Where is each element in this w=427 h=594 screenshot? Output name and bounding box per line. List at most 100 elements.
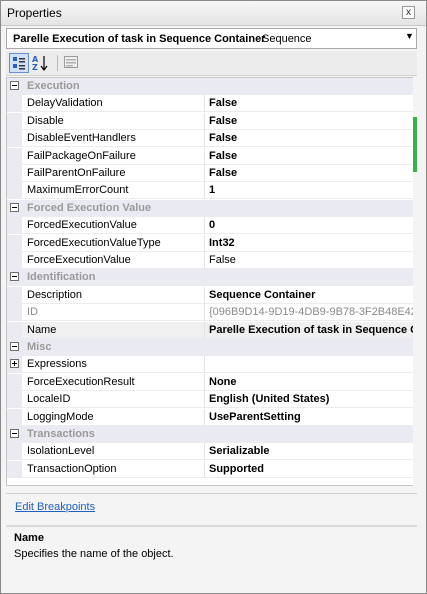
column-divider[interactable] xyxy=(204,165,205,182)
categorized-view-button[interactable] xyxy=(9,53,29,73)
column-divider[interactable] xyxy=(204,130,205,147)
category-row[interactable]: Transactions xyxy=(7,426,416,443)
property-row[interactable]: FailPackageOnFailure False xyxy=(7,148,416,165)
property-row[interactable]: IsolationLevel Serializable xyxy=(7,443,416,460)
category-row[interactable]: Misc xyxy=(7,339,416,356)
column-divider[interactable] xyxy=(204,374,205,391)
property-row[interactable]: Disable False xyxy=(7,113,416,130)
scrollbar-thumb[interactable] xyxy=(413,117,417,172)
property-row[interactable]: ForcedExecutionValueType Int32 xyxy=(7,235,416,252)
description-title: Name xyxy=(14,532,44,544)
close-button[interactable]: x xyxy=(402,6,415,19)
property-value[interactable]: None xyxy=(209,376,415,388)
property-name: LoggingMode xyxy=(27,411,94,423)
column-divider[interactable] xyxy=(204,322,205,339)
collapse-icon[interactable] xyxy=(10,272,19,281)
property-row[interactable]: LocaleID English (United States) xyxy=(7,391,416,408)
property-name: TransactionOption xyxy=(27,463,117,475)
property-value[interactable]: Supported xyxy=(209,463,415,475)
property-name: DelayValidation xyxy=(27,97,103,109)
column-divider[interactable] xyxy=(204,287,205,304)
properties-window: Properties x Parelle Execution of task i… xyxy=(0,0,427,594)
property-row[interactable]: ID {096B9D14-9D19-4DB9-9B78-3F2B48E423CE} xyxy=(7,304,416,321)
property-name: ID xyxy=(27,306,38,318)
row-gutter xyxy=(7,217,22,234)
property-row[interactable]: DisableEventHandlers False xyxy=(7,130,416,147)
property-row[interactable]: Name Parelle Execution of task in Sequenc… xyxy=(7,322,416,339)
property-row[interactable]: Description Sequence Container xyxy=(7,287,416,304)
column-divider[interactable] xyxy=(204,252,205,269)
property-value[interactable]: Serializable xyxy=(209,445,415,457)
description-text: Specifies the name of the object. xyxy=(14,548,174,560)
collapse-icon[interactable] xyxy=(10,429,19,438)
property-value[interactable]: {096B9D14-9D19-4DB9-9B78-3F2B48E423CE} xyxy=(209,306,415,318)
property-row[interactable]: ForceExecutionResult None xyxy=(7,374,416,391)
property-row[interactable]: LoggingMode UseParentSetting xyxy=(7,409,416,426)
property-value[interactable]: False xyxy=(209,150,415,162)
properties-toolbar: A Z xyxy=(6,51,417,76)
row-gutter xyxy=(7,95,22,112)
collapse-icon[interactable] xyxy=(10,342,19,351)
category-row[interactable]: Forced Execution Value xyxy=(7,200,416,217)
property-value[interactable]: Sequence Container xyxy=(209,289,415,301)
column-divider[interactable] xyxy=(204,356,205,373)
vertical-scrollbar[interactable] xyxy=(413,77,417,486)
category-row[interactable]: Identification xyxy=(7,269,416,286)
property-row[interactable]: DelayValidation False xyxy=(7,95,416,112)
object-selector-dropdown[interactable]: Parelle Execution of task in Sequence Co… xyxy=(6,28,417,49)
property-value[interactable]: False xyxy=(209,115,415,127)
edit-breakpoints-link[interactable]: Edit Breakpoints xyxy=(15,501,95,513)
column-divider[interactable] xyxy=(204,443,205,460)
property-name: FailParentOnFailure xyxy=(27,167,126,179)
property-row[interactable]: MaximumErrorCount 1 xyxy=(7,182,416,199)
property-row[interactable]: FailParentOnFailure False xyxy=(7,165,416,182)
column-divider[interactable] xyxy=(204,304,205,321)
category-label: Misc xyxy=(27,341,52,353)
property-value[interactable]: False xyxy=(209,132,415,144)
column-divider[interactable] xyxy=(204,182,205,199)
collapse-icon[interactable] xyxy=(10,81,19,90)
column-divider[interactable] xyxy=(204,95,205,112)
column-divider[interactable] xyxy=(204,391,205,408)
column-divider[interactable] xyxy=(204,461,205,478)
property-row[interactable]: TransactionOption Supported xyxy=(7,461,416,478)
alphabetical-view-button[interactable]: A Z xyxy=(31,53,51,73)
commands-pane: Edit Breakpoints xyxy=(6,493,417,521)
property-grid: Execution DelayValidation False Disable Fals… xyxy=(6,77,417,486)
property-row[interactable]: ForceExecutionValue False xyxy=(7,252,416,269)
column-divider[interactable] xyxy=(204,409,205,426)
property-name: ForcedExecutionValue xyxy=(27,219,137,231)
column-divider[interactable] xyxy=(204,235,205,252)
property-name: ForceExecutionResult xyxy=(27,376,135,388)
category-label: Transactions xyxy=(27,428,95,440)
column-divider[interactable] xyxy=(204,217,205,234)
property-value[interactable]: Int32 xyxy=(209,237,415,249)
row-gutter xyxy=(7,409,22,426)
toolbar-separator xyxy=(57,55,58,71)
category-row[interactable]: Execution xyxy=(7,78,416,95)
column-divider[interactable] xyxy=(204,113,205,130)
property-value[interactable]: False xyxy=(209,97,415,109)
property-row[interactable]: Expressions xyxy=(7,356,416,373)
property-pages-button[interactable] xyxy=(62,53,82,73)
collapse-icon[interactable] xyxy=(10,203,19,212)
property-row[interactable]: ForcedExecutionValue 0 xyxy=(7,217,416,234)
column-divider[interactable] xyxy=(204,148,205,165)
property-value[interactable]: False xyxy=(209,167,415,179)
property-name: MaximumErrorCount xyxy=(27,184,129,196)
property-value[interactable]: Parelle Execution of task in Sequence Co… xyxy=(209,324,415,336)
expand-icon[interactable] xyxy=(10,359,19,368)
property-value[interactable]: 1 xyxy=(209,184,415,196)
property-name: Expressions xyxy=(27,358,87,370)
window-title: Properties xyxy=(7,6,62,20)
property-value[interactable]: UseParentSetting xyxy=(209,411,415,423)
property-name: DisableEventHandlers xyxy=(27,132,136,144)
categorized-icon xyxy=(13,57,25,70)
property-value[interactable]: English (United States) xyxy=(209,393,415,405)
property-value[interactable]: 0 xyxy=(209,219,415,231)
row-gutter xyxy=(7,235,22,252)
row-gutter xyxy=(7,148,22,165)
property-value[interactable]: False xyxy=(209,254,415,266)
row-gutter xyxy=(7,391,22,408)
property-name: Disable xyxy=(27,115,64,127)
